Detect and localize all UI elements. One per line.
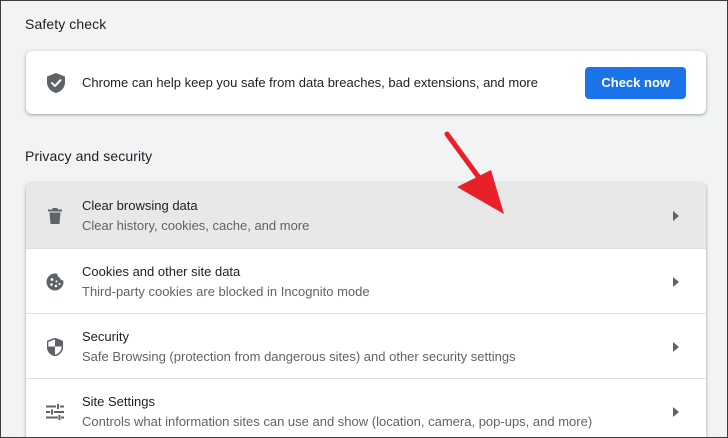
tune-icon <box>46 403 64 421</box>
safety-check-card: Chrome can help keep you safe from data … <box>26 51 706 114</box>
row-subtitle: Safe Browsing (protection from dangerous… <box>82 348 516 364</box>
shield-icon <box>46 337 64 356</box>
row-title: Cookies and other site data <box>82 263 241 279</box>
site-settings-row[interactable]: Site Settings Controls what information … <box>26 378 706 437</box>
privacy-security-card: Clear browsing data Clear history, cooki… <box>26 183 706 437</box>
safety-check-heading: Safety check <box>25 16 107 32</box>
chevron-right-icon <box>672 341 680 352</box>
row-title: Clear browsing data <box>82 197 198 213</box>
clear-browsing-data-row[interactable]: Clear browsing data Clear history, cooki… <box>26 183 706 248</box>
trash-icon <box>46 207 64 225</box>
chevron-right-icon <box>672 276 680 287</box>
privacy-security-heading: Privacy and security <box>25 148 153 164</box>
cookies-site-data-row[interactable]: Cookies and other site data Third-party … <box>26 248 706 314</box>
check-now-button[interactable]: Check now <box>585 66 686 99</box>
row-title: Site Settings <box>82 393 155 409</box>
shield-check-icon <box>47 72 65 93</box>
cookie-icon <box>46 273 64 291</box>
chevron-right-icon <box>672 406 680 417</box>
chevron-right-icon <box>672 210 680 221</box>
security-row[interactable]: Security Safe Browsing (protection from … <box>26 313 706 379</box>
settings-page: Safety check Chrome can help keep you sa… <box>0 0 728 438</box>
safety-check-description: Chrome can help keep you safe from data … <box>82 75 538 90</box>
row-title: Security <box>82 328 129 344</box>
row-subtitle: Third-party cookies are blocked in Incog… <box>82 283 370 299</box>
row-subtitle: Clear history, cookies, cache, and more <box>82 217 310 233</box>
row-subtitle: Controls what information sites can use … <box>82 413 593 429</box>
